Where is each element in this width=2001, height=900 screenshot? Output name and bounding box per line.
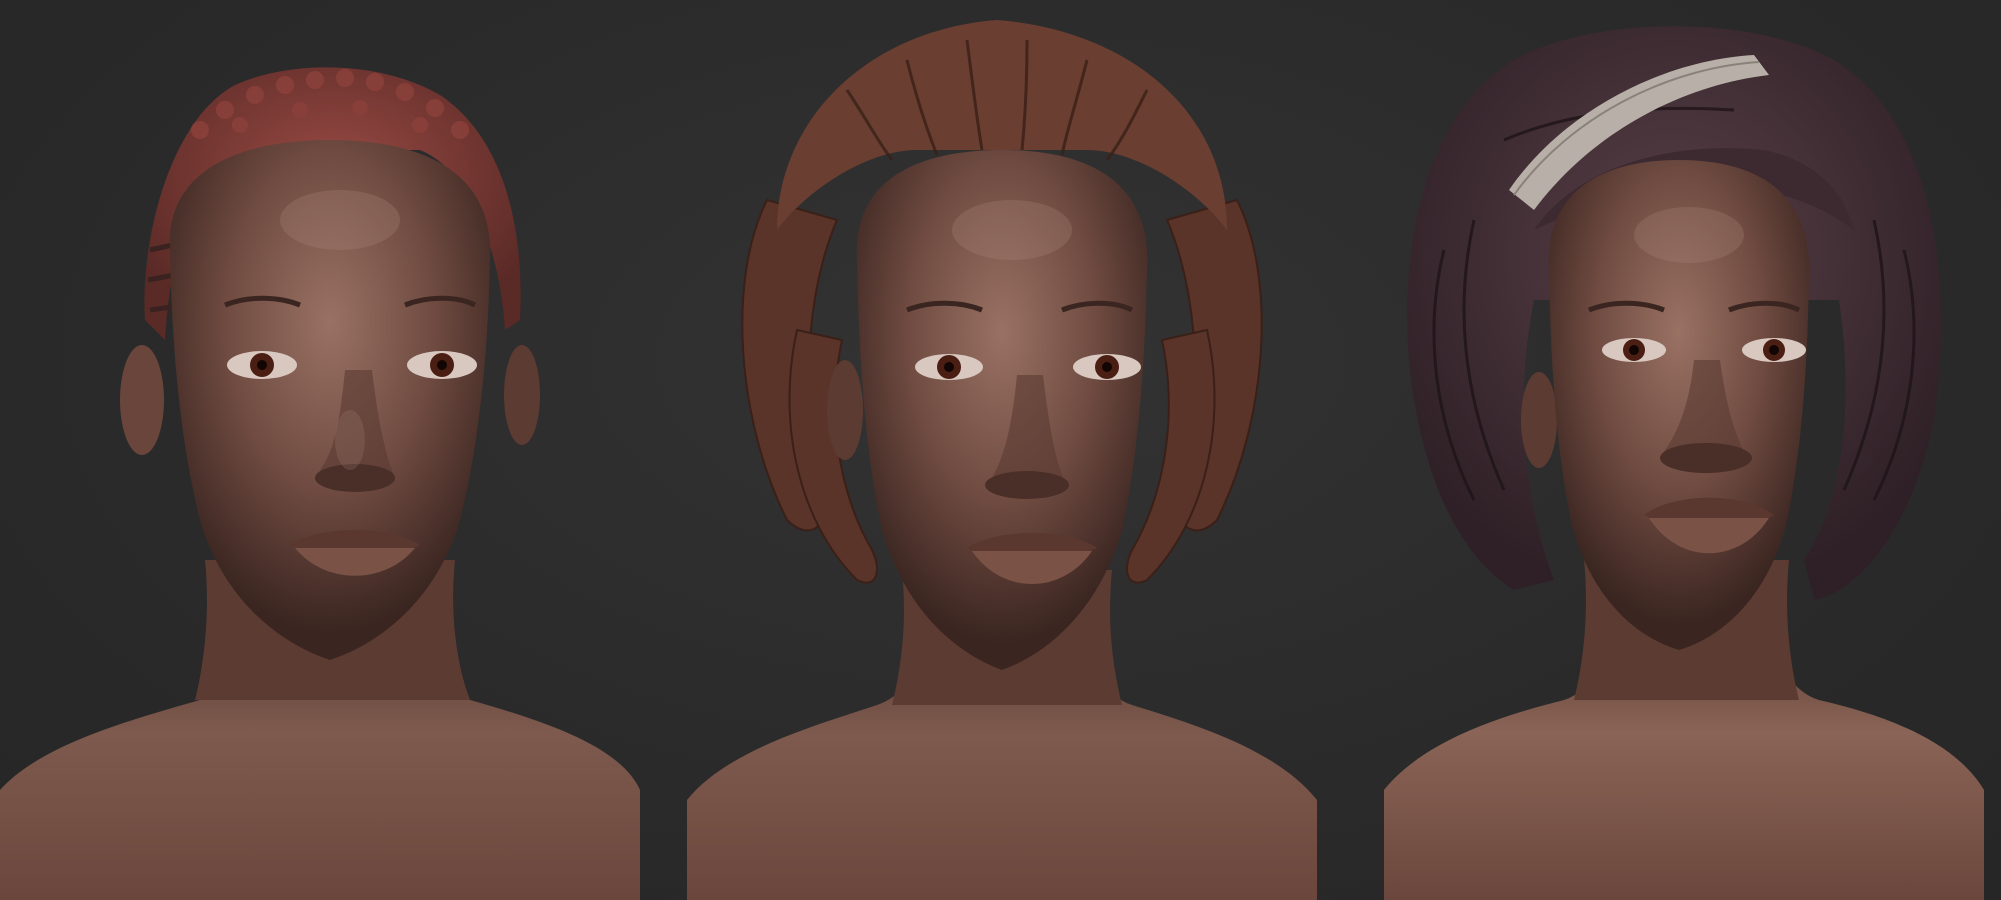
bust-wrapped-hair-with-headband <box>1334 0 2001 900</box>
render-viewport <box>0 0 2001 900</box>
bust-3-figure <box>1384 26 1984 900</box>
bust-short-textured-hair <box>0 0 667 900</box>
bust-1-figure <box>0 67 640 900</box>
bust-locs-hair <box>667 0 1334 900</box>
bust-2-figure <box>687 20 1317 900</box>
